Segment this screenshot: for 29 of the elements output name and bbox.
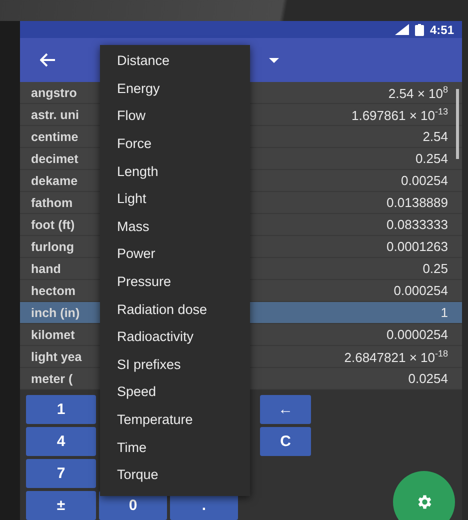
unit-name: astr. uni — [31, 108, 79, 122]
unit-value: 0.0001263 — [386, 239, 448, 254]
unit-name: hectom — [31, 284, 76, 298]
unit-name: light yea — [31, 350, 82, 364]
unit-name: dekame — [31, 174, 78, 188]
unit-name: hand — [31, 262, 61, 276]
unit-value: 1 — [440, 305, 448, 320]
unit-name: foot (ft) — [31, 218, 75, 232]
unit-value: 0.25 — [422, 261, 448, 276]
unit-value: 0.000254 — [394, 283, 448, 298]
unit-name: kilomet — [31, 328, 75, 342]
unit-value: 2.6847821 × 10$^{-18}$ — [344, 348, 448, 365]
unit-value: 1.697861 × 10$^{-13}$ — [351, 106, 448, 123]
unit-value: 0.0138889 — [386, 195, 448, 210]
unit-name: decimet — [31, 152, 78, 166]
unit-value: 0.0000254 — [386, 327, 448, 342]
unit-value: 0.254 — [415, 151, 448, 166]
unit-value: 2.54 × 10$^{8}$ — [388, 84, 448, 101]
unit-value: 0.0254 — [408, 371, 448, 386]
unit-name: angstro — [31, 86, 77, 100]
unit-value: 0.00254 — [401, 173, 448, 188]
clock-time: 4:51 — [430, 22, 454, 36]
unit-value: 2.54 — [422, 129, 448, 144]
unit-name: inch (in) — [31, 306, 80, 320]
unit-value: 0.0833333 — [386, 217, 448, 232]
unit-name: fathom — [31, 196, 73, 210]
unit-name: furlong — [31, 240, 74, 254]
unit-name: centime — [31, 130, 78, 144]
unit-name: meter ( — [31, 372, 73, 386]
